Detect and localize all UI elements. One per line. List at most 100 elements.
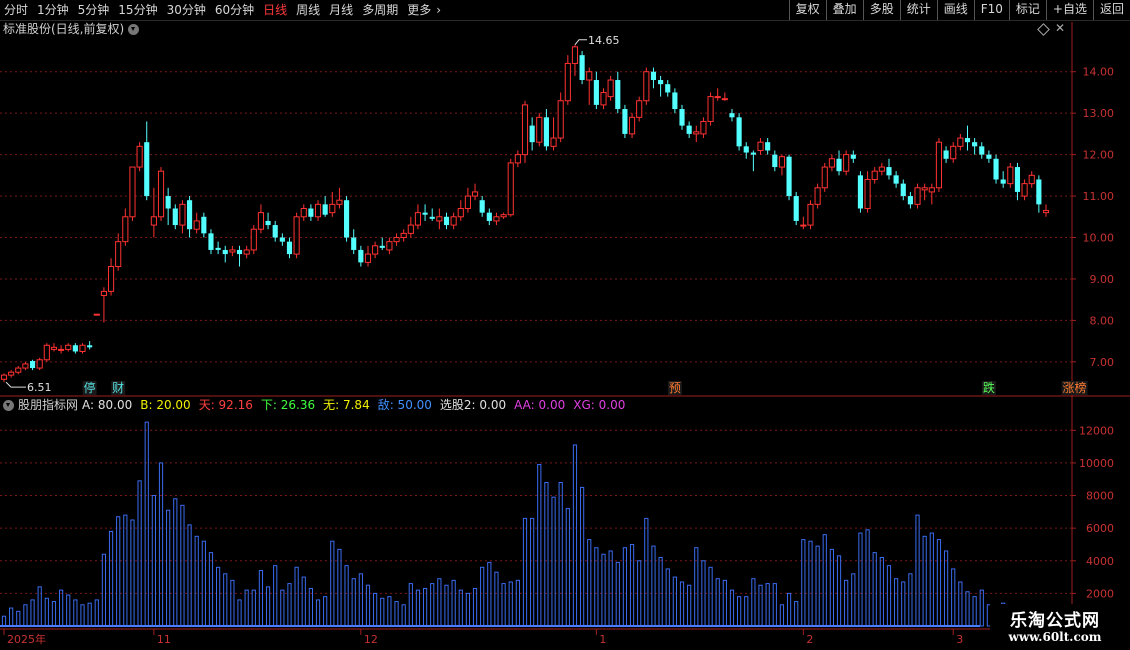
volume-bar [273,565,278,627]
candle-body [757,141,764,151]
volume-bar [444,584,449,627]
event-marker: 财 [112,381,124,395]
candle-body [93,313,100,316]
candle-body [957,137,964,147]
volume-bar [173,498,178,627]
volume-bar [30,599,35,627]
candle-body [850,154,856,159]
candle-body [236,249,243,255]
candle-body [414,212,422,226]
candle-body [729,113,735,118]
volume-bar [94,599,99,627]
volume-bar [73,599,78,627]
candle-body [514,154,521,164]
candle-body [1021,183,1028,197]
candle-body [658,80,664,85]
time-tick-label: 11 [157,633,171,646]
volume-bar [644,517,649,627]
candle-body [893,175,899,184]
volume-bar [487,561,492,627]
candle-body [201,216,207,234]
volume-bar [679,581,685,627]
candle-body [193,220,200,230]
candle-body [571,46,579,64]
volume-bar [908,573,913,627]
candle-body [486,212,492,221]
volume-bar [301,576,306,627]
candle-body [1000,179,1006,184]
candle-body [22,363,29,369]
candle-body [935,141,943,189]
volume-bar [116,516,121,627]
candle-body [58,348,65,351]
volume-bar [544,481,549,627]
volume-bar [472,587,478,627]
price-tick-label: 14.00 [1083,66,1115,79]
volume-bar [744,596,749,627]
volume-bar [501,583,506,627]
candle-body [358,249,364,263]
candle-body [279,237,285,242]
candle-body [750,152,756,155]
volume-bar [886,565,892,627]
high-pointer [574,39,587,46]
candle-body [122,216,129,243]
volume-bar [87,602,92,627]
price-tick-label: 8.00 [1090,314,1115,327]
volume-bar [58,589,64,627]
volume-bar [658,557,663,627]
volume-bar [508,581,513,627]
volume-bar [251,589,256,627]
volume-bar [794,601,799,627]
high-price-label: 14.65 [588,34,620,47]
candle-body [871,170,878,180]
volume-bar [80,604,85,627]
volume-bar [751,578,756,627]
volume-bar [844,579,849,627]
kline-chart[interactable]: 14.0013.0012.0011.0010.009.008.007.00120… [0,0,1130,650]
candle-body [87,345,93,348]
candle-body [807,203,814,226]
volume-bar [515,579,520,627]
volume-bar [258,570,264,627]
candle-body [308,208,314,217]
candle-body [436,216,443,222]
volume-bar [187,524,192,627]
candle-body [215,247,221,250]
volume-tick-label: 6000 [1086,522,1114,535]
volume-bar [815,545,820,627]
candle-body [464,195,471,209]
volume-bar [44,597,49,627]
volume-bar [972,596,977,627]
candle-body [707,96,714,122]
volume-bar [16,610,21,627]
volume-bar [530,517,535,627]
volume-bar [315,599,321,627]
candle-body [864,178,871,210]
volume-tick-label: 4000 [1086,555,1114,568]
volume-bar [615,561,620,627]
volume-bar [522,517,528,627]
volume-bar [130,519,135,627]
candle-body [672,92,678,110]
candle-body [557,100,564,139]
candle-body [344,200,350,238]
candle-body [778,156,786,168]
time-tick-label: 12 [364,633,378,646]
candle-body [243,249,250,255]
volume-bar [758,584,763,627]
candle-body [665,84,671,93]
candle-body [993,158,999,180]
candle-body [900,183,906,197]
candle-body [814,187,821,205]
candle-body [886,167,892,176]
event-marker: 预 [669,381,681,395]
volume-bar [344,565,349,627]
candle-body [615,80,621,110]
volume-bar [708,566,713,627]
candle-body [964,138,971,143]
volume-tick-label: 12000 [1079,424,1114,437]
candle-body [286,241,293,255]
volume-bar [37,586,42,627]
candle-body [836,158,842,172]
